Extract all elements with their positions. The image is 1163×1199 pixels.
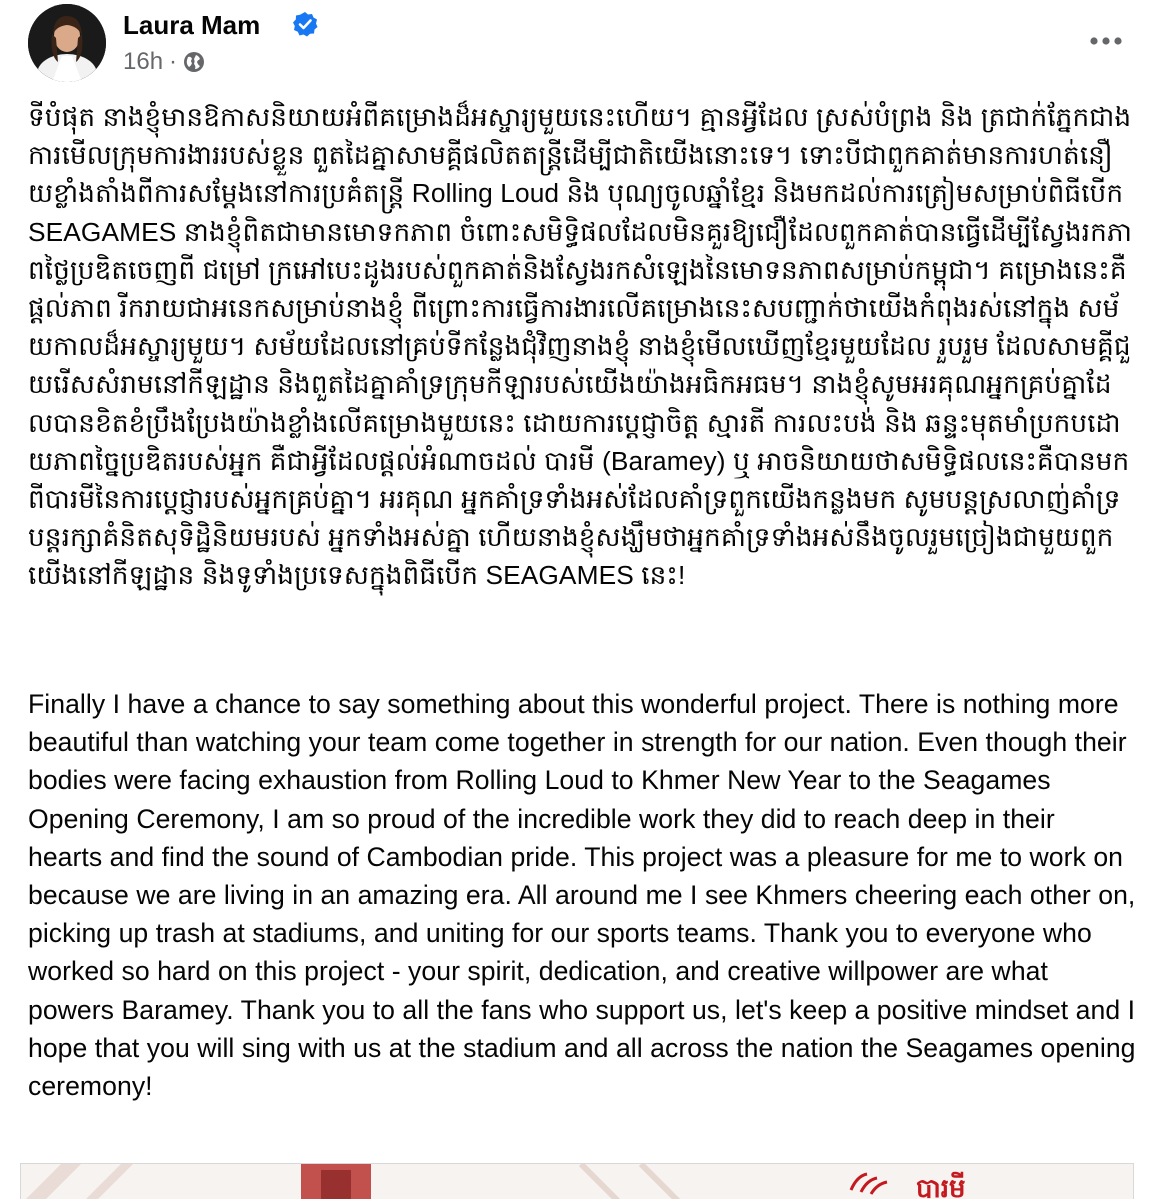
post-meta: 16h · xyxy=(123,48,205,76)
post-text-english: Finally I have a chance to say something… xyxy=(28,689,1136,1102)
avatar[interactable] xyxy=(28,4,106,82)
verified-badge-icon xyxy=(293,12,318,37)
post-attachment-image[interactable]: បារមី xyxy=(20,1163,1134,1199)
post-text-khmer: ទីបំផុត នាងខ្ញុំមានឱកាសនិយាយអំពីគម្រោងដ៏… xyxy=(28,102,1133,591)
avatar-photo xyxy=(28,4,106,82)
globe-icon[interactable] xyxy=(183,51,205,73)
attachment-logo-text: បារមី xyxy=(916,1174,966,1199)
meta-separator: · xyxy=(169,48,178,75)
facebook-post: Laura Mam 16h · ទីបំផុត នាងខ្ញុំមានឱកាសន… xyxy=(0,0,1163,1199)
post-time[interactable]: 16h xyxy=(123,48,163,76)
author-name[interactable]: Laura Mam xyxy=(123,8,260,42)
more-options-icon[interactable] xyxy=(1086,26,1126,56)
post-header: Laura Mam 16h · xyxy=(28,4,1138,86)
attachment-artwork xyxy=(21,1164,1133,1199)
post-body: ទីបំផុត នាងខ្ញុំមានឱកាសនិយាយអំពីគម្រោងដ៏… xyxy=(28,98,1136,1105)
